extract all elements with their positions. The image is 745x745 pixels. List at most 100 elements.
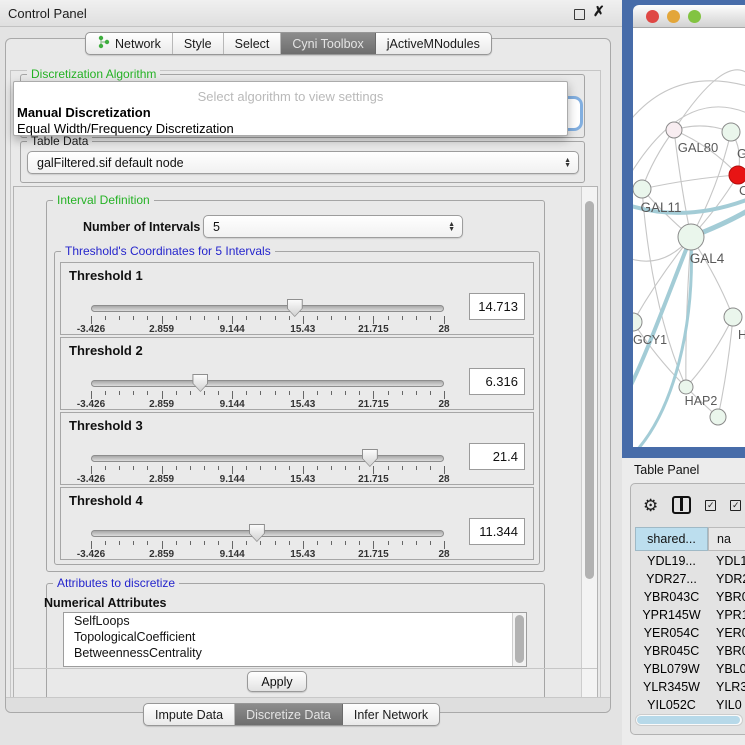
- table-cell[interactable]: YBR0: [716, 642, 745, 660]
- table-cell[interactable]: YBR043C: [635, 588, 708, 606]
- slider-track[interactable]: [91, 530, 444, 537]
- horizontal-scrollbar-thumb[interactable]: [637, 716, 740, 724]
- vertical-scrollbar-thumb[interactable]: [585, 201, 594, 579]
- network-node[interactable]: [633, 313, 642, 331]
- threshold-label: Threshold 3: [69, 418, 143, 433]
- threshold-value-field[interactable]: 21.4: [469, 443, 525, 470]
- float-window-icon[interactable]: [574, 9, 585, 20]
- column-header-name[interactable]: na: [708, 527, 745, 551]
- attributes-list-scrollbar[interactable]: [512, 613, 526, 666]
- network-node[interactable]: [678, 224, 704, 250]
- horizontal-scrollbar[interactable]: [635, 714, 743, 726]
- table-cell[interactable]: YDL1: [716, 552, 745, 570]
- algorithm-option-manual-discretization[interactable]: Manual Discretization: [17, 105, 151, 120]
- table-cell[interactable]: YIL052C: [635, 696, 708, 712]
- numerical-attributes-list[interactable]: SelfLoopsTopologicalCoefficientBetweenne…: [63, 612, 527, 667]
- tab-label: Style: [184, 37, 212, 51]
- tab-label: Select: [235, 37, 270, 51]
- table-cell[interactable]: YBR045C: [635, 642, 708, 660]
- table-cell[interactable]: YDR27...: [635, 570, 708, 588]
- tab-style[interactable]: Style: [173, 33, 224, 54]
- tab-cyni-toolbox[interactable]: Cyni Toolbox: [281, 33, 375, 54]
- vertical-scrollbar[interactable]: [581, 187, 597, 701]
- checkbox-checked-icon[interactable]: ✓: [730, 500, 741, 511]
- table-cell[interactable]: YER0: [716, 624, 745, 642]
- mac-zoom-button[interactable]: [688, 10, 701, 23]
- threshold-slider[interactable]: [91, 374, 444, 391]
- table-cell[interactable]: YLR3: [716, 678, 745, 696]
- network-node[interactable]: [710, 409, 726, 425]
- threshold-panel-1: Threshold 1-3.4262.8599.14415.4321.71528…: [60, 262, 534, 335]
- node-table[interactable]: shared...naYDL19... YDL1 YDR27... YDR2 YBR04…: [635, 527, 745, 712]
- slider-track[interactable]: [91, 380, 444, 387]
- attributes-list-scrollbar-thumb[interactable]: [515, 615, 524, 663]
- column-header-shared[interactable]: shared...: [635, 527, 708, 551]
- slider-ticks: [91, 466, 444, 474]
- table-cell[interactable]: YPR1: [716, 606, 745, 624]
- network-node[interactable]: [729, 166, 745, 184]
- threshold-slider[interactable]: [91, 524, 444, 541]
- slider-track[interactable]: [91, 305, 444, 312]
- table-cell[interactable]: YER054C: [635, 624, 708, 642]
- slider-thumb[interactable]: [362, 449, 378, 467]
- attribute-item-betweennesscentrality[interactable]: BetweennessCentrality: [64, 645, 526, 661]
- gear-icon[interactable]: ⚙: [643, 497, 658, 514]
- columns-icon[interactable]: [672, 496, 691, 514]
- network-node[interactable]: [722, 123, 740, 141]
- network-node[interactable]: [666, 122, 682, 138]
- table-cell[interactable]: YBL0: [716, 660, 745, 678]
- network-node[interactable]: [724, 308, 742, 326]
- threshold-value-field[interactable]: 14.713: [469, 293, 525, 320]
- slider-thumb[interactable]: [249, 524, 265, 542]
- threshold-value-field[interactable]: 6.316: [469, 368, 525, 395]
- divider: [14, 668, 597, 669]
- network-window-titlebar[interactable]: [633, 5, 745, 28]
- table-cell[interactable]: YDR2: [716, 570, 745, 588]
- slider-thumb[interactable]: [192, 374, 208, 392]
- table-cell[interactable]: YPR145W: [635, 606, 708, 624]
- slider-track[interactable]: [91, 455, 444, 462]
- tab-label: Discretize Data: [246, 708, 331, 722]
- threshold-slider[interactable]: [91, 299, 444, 316]
- control-panel-titlebar: [0, 0, 622, 27]
- table-cell[interactable]: YLR345W: [635, 678, 708, 696]
- threshold-slider[interactable]: [91, 449, 444, 466]
- tab-jactivemnodules[interactable]: jActiveMNodules: [376, 33, 491, 54]
- table-panel-title: Table Panel: [634, 463, 699, 477]
- apply-button[interactable]: Apply: [247, 671, 307, 692]
- slider-tick-labels: -3.4262.8599.14415.4321.71528: [91, 549, 444, 560]
- table-cell[interactable]: YDL19...: [635, 552, 708, 570]
- node-label-gal80: GAL80: [678, 140, 718, 155]
- table-data-combobox[interactable]: galFiltered.sif default node ▲▼: [27, 151, 579, 174]
- table-cell[interactable]: YIL0: [716, 696, 745, 712]
- close-icon[interactable]: ✗: [593, 3, 605, 20]
- network-node[interactable]: [633, 180, 651, 198]
- node-label-gal4: GAL4: [690, 251, 725, 266]
- table-panel-toolbar: ⚙ ✓ ✓: [643, 496, 741, 514]
- mac-minimize-button[interactable]: [667, 10, 680, 23]
- attribute-item-selfloops[interactable]: SelfLoops: [64, 613, 526, 629]
- mac-close-button[interactable]: [646, 10, 659, 23]
- network-canvas[interactable]: GAL80GACGAL11GAL4GCY1HHAP2: [633, 28, 745, 447]
- threshold-value-field[interactable]: 11.344: [469, 518, 525, 545]
- attribute-item-topologicalcoefficient[interactable]: TopologicalCoefficient: [64, 629, 526, 645]
- num-intervals-combobox[interactable]: 5 ▲▼: [203, 215, 463, 238]
- num-intervals-label: Number of Intervals: [83, 220, 200, 234]
- algorithm-option-equal-width-frequency-discretization[interactable]: Equal Width/Frequency Discretization: [17, 121, 234, 136]
- tab-infer-network[interactable]: Infer Network: [343, 704, 439, 725]
- checkbox-checked-icon[interactable]: ✓: [705, 500, 716, 511]
- table-cell[interactable]: YBR0: [716, 588, 745, 606]
- tab-discretize-data[interactable]: Discretize Data: [235, 704, 343, 725]
- slider-ticks: [91, 391, 444, 399]
- network-node[interactable]: [679, 380, 693, 394]
- slider-thumb[interactable]: [287, 299, 303, 317]
- table-cell[interactable]: YBL079W: [635, 660, 708, 678]
- tab-label: Impute Data: [155, 708, 223, 722]
- tab-network[interactable]: Network: [86, 33, 173, 54]
- tab-select[interactable]: Select: [224, 33, 282, 54]
- node-label-gcy1: GCY1: [633, 333, 667, 347]
- tab-impute-data[interactable]: Impute Data: [144, 704, 235, 725]
- num-intervals-value: 5: [213, 220, 220, 234]
- table-data-selected: galFiltered.sif default node: [37, 156, 184, 170]
- threshold-label: Threshold 2: [69, 343, 143, 358]
